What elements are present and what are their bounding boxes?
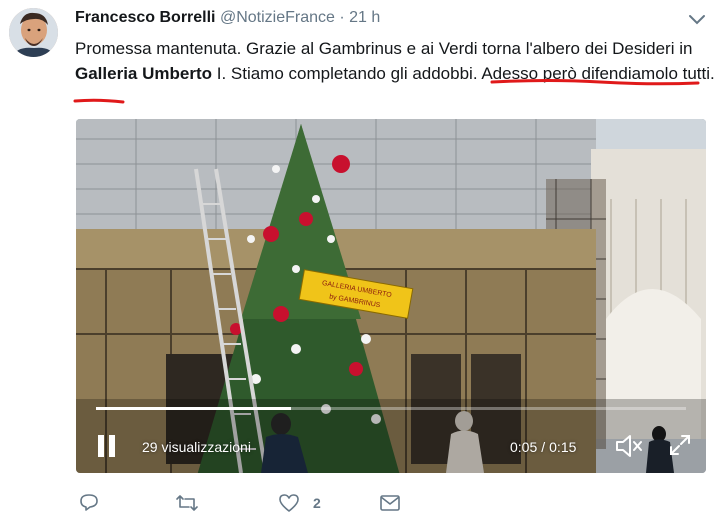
video-current-time: 0:05 [510, 439, 538, 455]
video-time-separator: / [541, 439, 546, 455]
red-underline-annotation [73, 98, 125, 104]
tweet-timestamp[interactable]: 21 h [349, 9, 380, 26]
avatar-image [9, 8, 58, 57]
video-frame: GALLERIA UMBERTO by GAMBRINUS [76, 119, 706, 473]
video-progress-fill [96, 407, 291, 410]
red-underline-annotation [490, 79, 700, 86]
tweet-text-part1: Promessa mantenuta. Grazie al Gambrinus … [75, 39, 693, 58]
video-duration: 0:15 [549, 439, 577, 455]
author-handle[interactable]: @NotizieFrance [220, 9, 335, 26]
envelope-icon[interactable] [379, 494, 401, 512]
video-progress-bar[interactable] [96, 407, 686, 410]
chevron-down-icon[interactable] [688, 12, 706, 26]
pause-icon[interactable] [96, 433, 118, 459]
fullscreen-icon[interactable] [668, 433, 692, 457]
tweet-header: Francesco Borrelli @NotizieFrance · 21 h [75, 9, 380, 27]
heart-icon[interactable] [278, 493, 300, 513]
tweet-text-bold: Galleria Umberto [75, 64, 212, 83]
video-player[interactable]: GALLERIA UMBERTO by GAMBRINUS 29 visuali… [76, 119, 706, 473]
avatar[interactable] [9, 8, 58, 57]
mute-icon[interactable] [614, 433, 644, 459]
video-time: 0:05/0:15 [510, 439, 576, 455]
header-separator: · [339, 9, 345, 26]
video-view-count: 29 visualizzazioni [142, 439, 251, 455]
retweet-icon[interactable] [175, 493, 199, 513]
author-name[interactable]: Francesco Borrelli [75, 9, 216, 26]
like-count[interactable]: 2 [313, 495, 321, 511]
reply-icon[interactable] [79, 492, 99, 512]
